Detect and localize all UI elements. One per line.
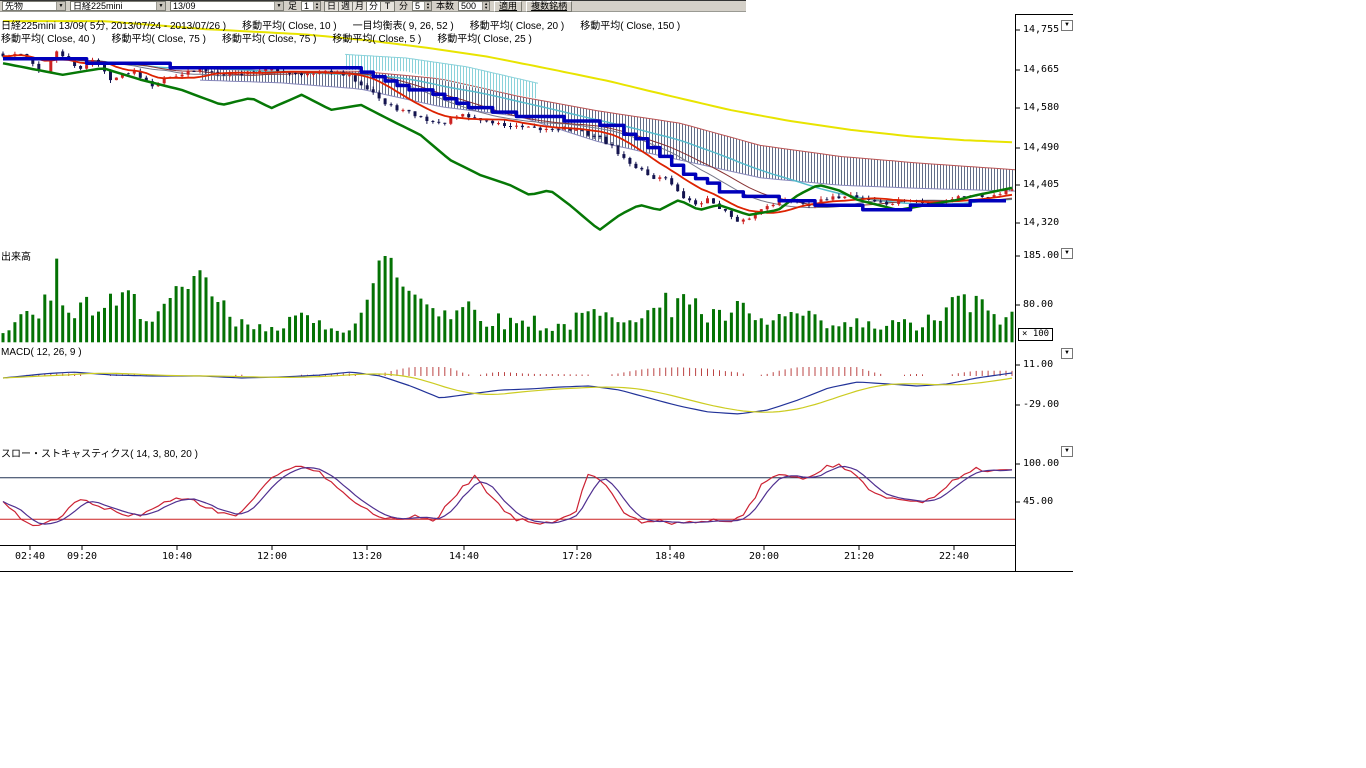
legend-item: 移動平均( Close, 75 ) (222, 30, 316, 45)
chart-canvas[interactable] (0, 0, 1075, 578)
minute-input-value: 5 (415, 1, 420, 11)
period-button-group: 日 週 月 分 T (325, 1, 395, 12)
period-month-button[interactable]: 月 (352, 1, 367, 12)
spinner-icon[interactable]: ▲▼ (424, 2, 431, 10)
volume-panel-label: 出来高 (1, 248, 31, 263)
spin-down-icon[interactable]: ▼ (425, 6, 431, 10)
volume-multiplier-box: × 100 (1018, 328, 1053, 341)
tick-input[interactable]: 1 ▲▼ (301, 1, 321, 11)
contract-select[interactable]: 13/09 ▼ (170, 1, 284, 11)
volume-panel-collapse-button[interactable]: ▼ (1061, 248, 1073, 259)
legend-item: 移動平均( Close, 150 ) (580, 17, 680, 32)
legend-row-2: 移動平均( Close, 40 ) 移動平均( Close, 75 ) 移動平均… (1, 30, 532, 45)
legend-item: 移動平均( Close, 5 ) (332, 30, 421, 45)
volume-bars (3, 256, 1012, 342)
symbol-select-value: 日経225mini (73, 1, 123, 11)
period-week-button[interactable]: 週 (338, 1, 353, 12)
period-day-button[interactable]: 日 (324, 1, 339, 12)
legend-item: 移動平均( Close, 75 ) (111, 30, 205, 45)
dropdown-arrow-icon: ▼ (156, 2, 165, 10)
spin-down-icon[interactable]: ▼ (483, 6, 489, 10)
stoch-panel-collapse-button[interactable]: ▼ (1061, 446, 1073, 457)
spin-down-icon[interactable]: ▼ (314, 6, 320, 10)
bars-label: 本数 (436, 1, 454, 11)
multi-symbol-button[interactable]: 複数銘柄 (526, 1, 572, 12)
toolbar: 先物 ▼ 日経225mini ▼ 13/09 ▼ 足 1 ▲▼ 日 週 月 分 … (0, 0, 746, 12)
dropdown-arrow-icon: ▼ (274, 2, 283, 10)
trading-chart-window: 14,75514,66514,58014,49014,40514,320185.… (0, 0, 1366, 768)
spinner-icon[interactable]: ▲▼ (482, 2, 489, 10)
macd-panel-label: MACD( 12, 26, 9 ) (1, 347, 82, 358)
spinner-icon[interactable]: ▲▼ (313, 2, 320, 10)
legend-item: 移動平均( Close, 40 ) (1, 30, 95, 45)
macd-panel-collapse-button[interactable]: ▼ (1061, 348, 1073, 359)
category-select-value: 先物 (5, 1, 23, 11)
price-panel-collapse-button[interactable]: ▼ (1061, 20, 1073, 31)
legend-item: 移動平均( Close, 25 ) (437, 30, 531, 45)
stoch-panel-label: スロー・ストキャスティクス( 14, 3, 80, 20 ) (1, 445, 198, 460)
apply-button[interactable]: 適用 (494, 1, 522, 12)
bars-input[interactable]: 500 ▲▼ (458, 1, 490, 11)
contract-select-value: 13/09 (173, 1, 196, 11)
minute-input[interactable]: 5 ▲▼ (412, 1, 432, 11)
period-minute-button[interactable]: 分 (366, 1, 381, 12)
category-select[interactable]: 先物 ▼ (2, 1, 66, 11)
period-tick-button[interactable]: T (380, 1, 395, 12)
minute-label: 分 (399, 1, 408, 11)
tick-input-value: 1 (304, 1, 309, 11)
symbol-select[interactable]: 日経225mini ▼ (70, 1, 166, 11)
macd-histogram (27, 367, 1012, 376)
ashi-label: 足 (288, 1, 297, 11)
bars-input-value: 500 (461, 1, 476, 11)
dropdown-arrow-icon: ▼ (56, 2, 65, 10)
